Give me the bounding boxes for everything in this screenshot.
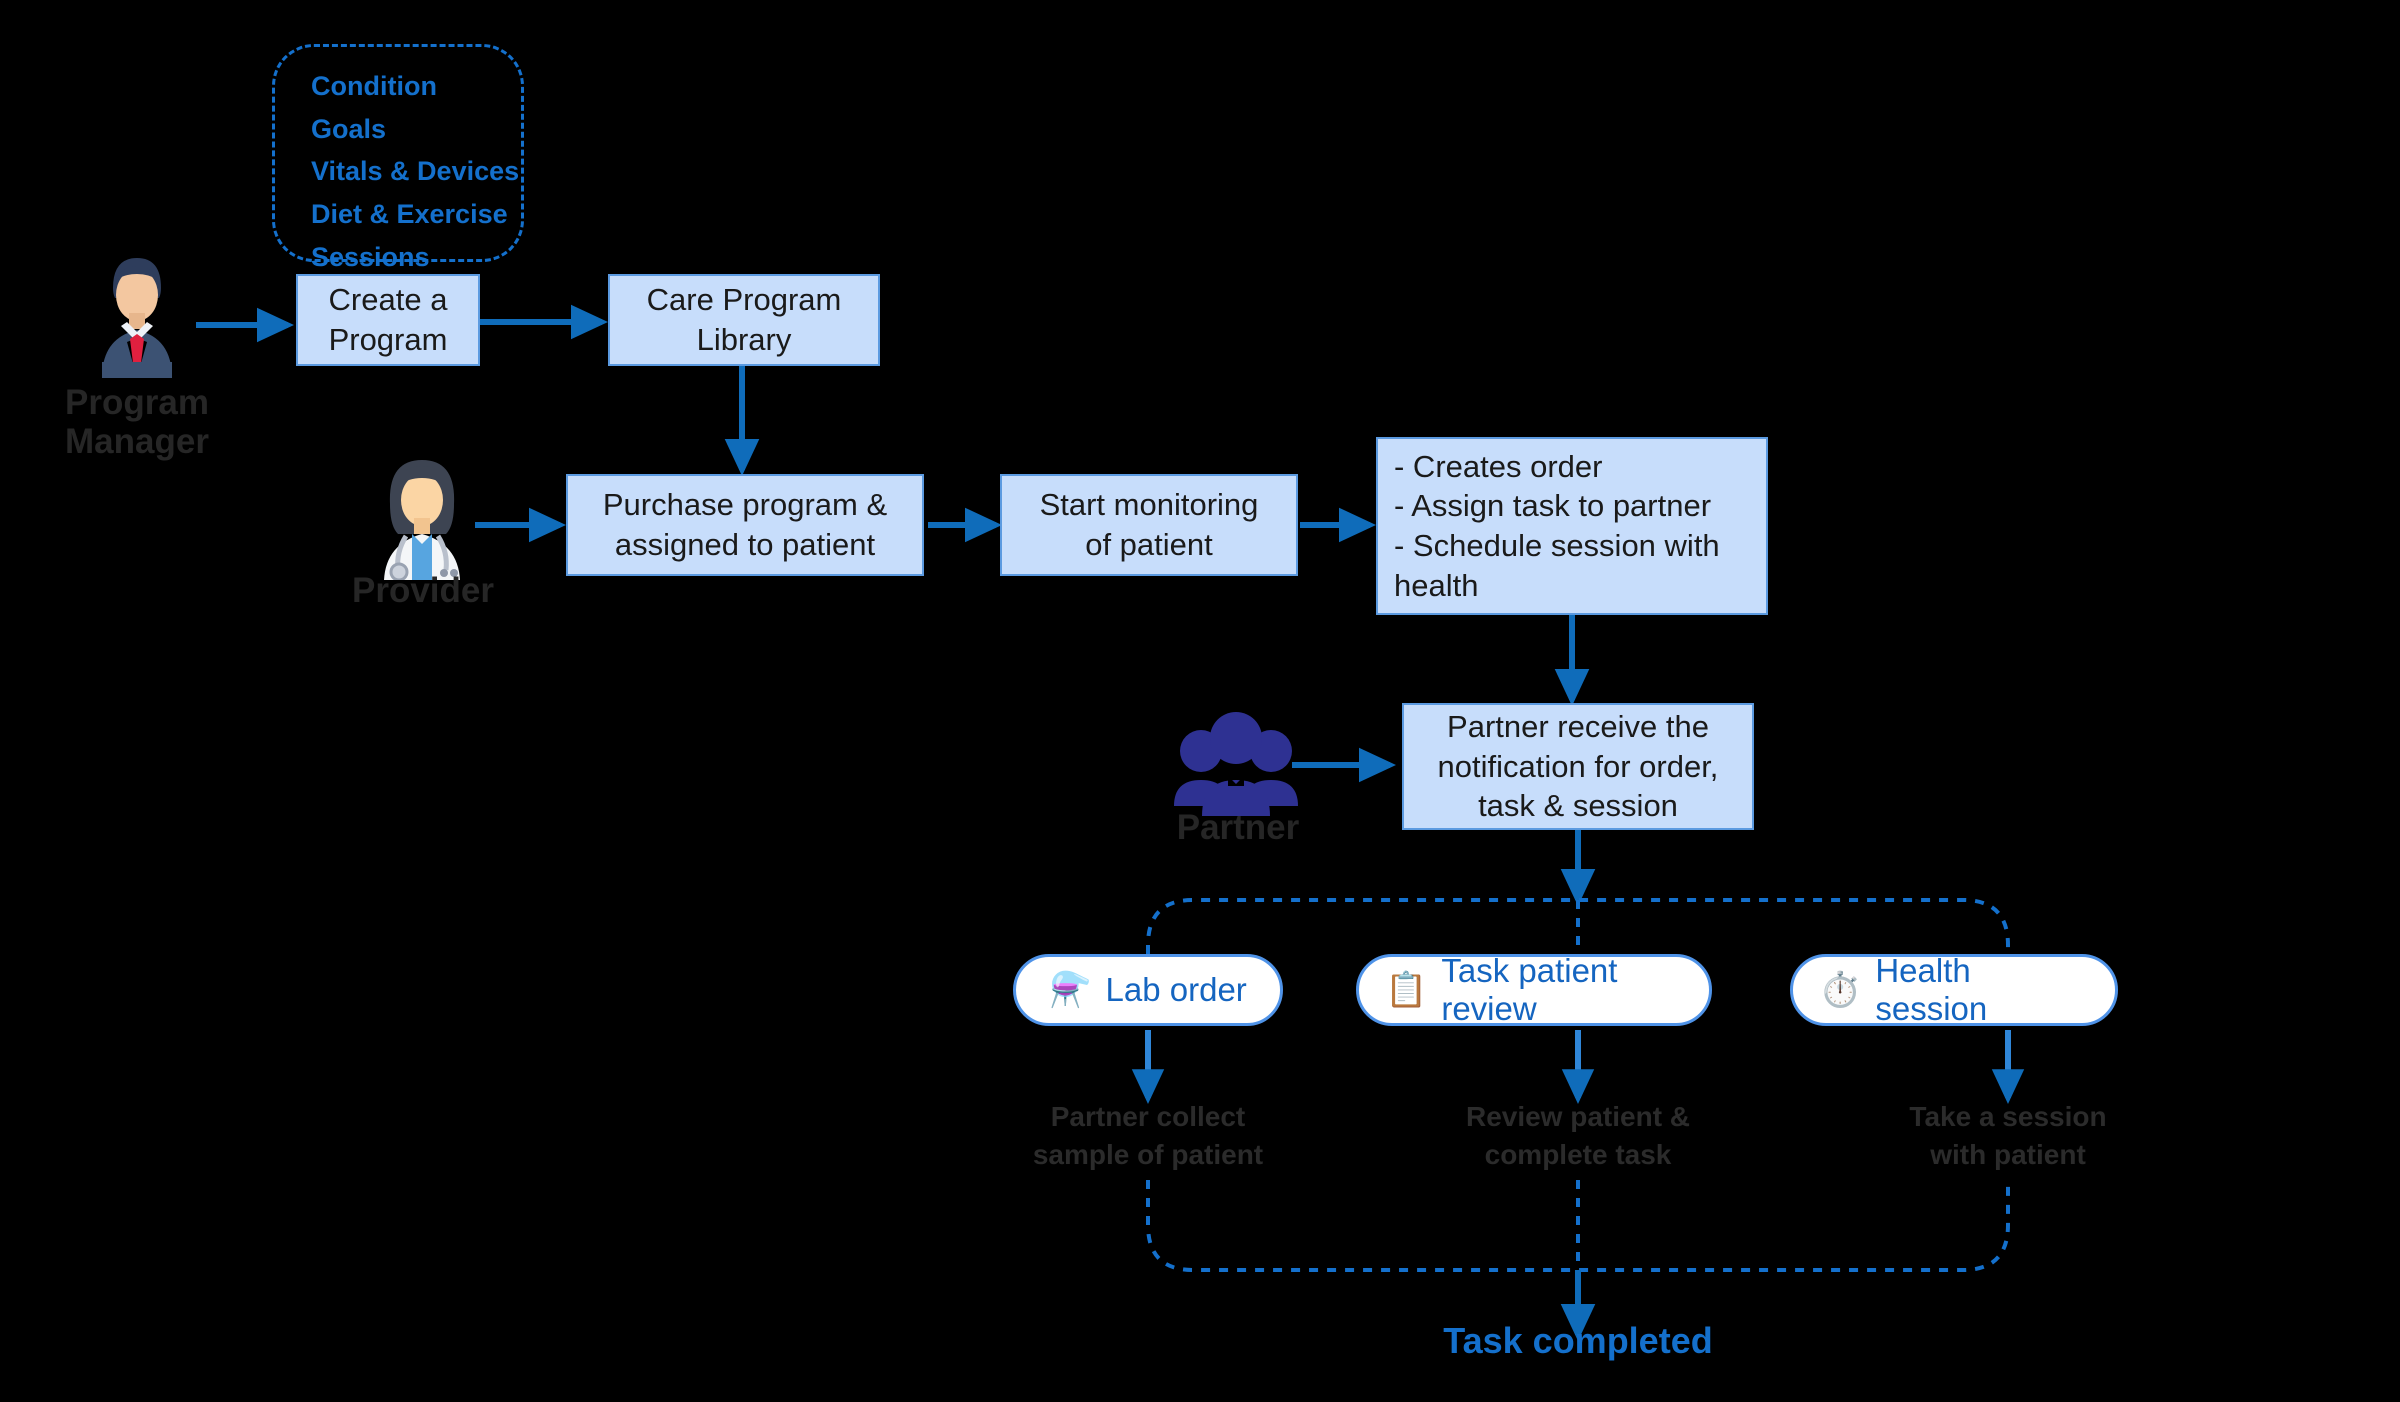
box-line: Partner receive the xyxy=(1447,708,1709,744)
box-line: Library xyxy=(696,322,792,357)
female-doctor-avatar-icon xyxy=(384,460,460,582)
pill-health-session[interactable]: ⏱️ Health session xyxy=(1790,952,2118,1027)
program-attribute-item: Goals xyxy=(311,113,387,144)
box-line: assigned to patient xyxy=(614,527,876,562)
box-line: task & session xyxy=(1478,788,1678,824)
caption-line: Partner collect xyxy=(1050,1101,1246,1132)
avatar-program-manager xyxy=(82,250,192,378)
caption-task-patient-review: Review patient & complete task xyxy=(1428,1098,1728,1174)
box-provider-actions[interactable]: - Creates order - Assign task to partner… xyxy=(1376,437,1768,615)
businessman-avatar-icon xyxy=(102,258,172,378)
caption-line: Review patient & xyxy=(1465,1101,1691,1132)
program-attribute-item: Vitals & Devices xyxy=(311,156,520,187)
pill-label: Lab order xyxy=(1105,971,1247,1008)
box-start-monitoring[interactable]: Start monitoring of patient xyxy=(1000,474,1298,576)
box-line: of patient xyxy=(1085,527,1213,562)
caption-health-session: Take a session with patient xyxy=(1858,1098,2158,1174)
actor-label-line: Provider xyxy=(352,571,494,610)
caption-line: complete task xyxy=(1484,1139,1672,1171)
box-line: Start monitoring xyxy=(1039,487,1259,523)
lab-flask-icon: ⚗️ xyxy=(1049,971,1092,1009)
session-clock-person-icon: ⏱️ xyxy=(1819,971,1862,1009)
pill-lab-order[interactable]: ⚗️ Lab order xyxy=(1013,954,1283,1026)
avatar-provider xyxy=(362,452,482,582)
actor-label-line: Program xyxy=(65,383,209,422)
people-group-icon xyxy=(1174,712,1298,816)
box-line: Care Program xyxy=(646,282,842,318)
caption-lab-order: Partner collect sample of patient xyxy=(998,1098,1298,1174)
pill-task-patient-review[interactable]: 📋 Task patient review xyxy=(1356,952,1712,1027)
box-line: Purchase program & xyxy=(602,487,888,523)
box-line: - Schedule session with xyxy=(1394,528,1720,563)
box-create-a-program[interactable]: Create a Program xyxy=(296,274,480,366)
caption-line: Take a session xyxy=(1909,1101,2107,1132)
pill-label: Task patient review xyxy=(1441,952,1618,1027)
avatar-partner xyxy=(1172,706,1300,816)
pill-label: Health session xyxy=(1875,952,1988,1027)
terminal-task-completed: Task completed xyxy=(1443,1320,1713,1361)
program-attributes-box: Condition Goals Vitals & Devices Diet & … xyxy=(272,44,524,272)
box-line: Program xyxy=(328,322,448,357)
clipboard-checklist-icon: 📋 xyxy=(1385,971,1428,1009)
program-attribute-item: Diet & Exercise xyxy=(311,198,508,229)
caption-line: with patient xyxy=(1930,1139,2086,1171)
program-attribute-item: Condition xyxy=(311,71,437,101)
actor-label-line: Partner xyxy=(1176,808,1300,847)
actor-label-provider: Provider xyxy=(338,571,508,610)
box-line: - Assign task to partner xyxy=(1394,488,1712,524)
caption-line: sample of patient xyxy=(1032,1139,1264,1171)
box-line: Create a xyxy=(328,282,448,318)
program-attribute-item: Sessions xyxy=(311,241,430,272)
box-line: notification for order, xyxy=(1437,748,1719,784)
box-partner-notification[interactable]: Partner receive the notification for ord… xyxy=(1402,703,1754,830)
box-line: health xyxy=(1394,567,1479,603)
box-purchase-program[interactable]: Purchase program & assigned to patient xyxy=(566,474,924,576)
box-care-program-library[interactable]: Care Program Library xyxy=(608,274,880,366)
actor-label-program-manager: Program Manager xyxy=(24,383,250,461)
flowchart-canvas: Condition Goals Vitals & Devices Diet & … xyxy=(0,0,2400,1402)
actor-label-line: Manager xyxy=(65,422,209,462)
actor-label-partner: Partner xyxy=(1150,808,1326,847)
box-line: - Creates order xyxy=(1394,448,1603,484)
